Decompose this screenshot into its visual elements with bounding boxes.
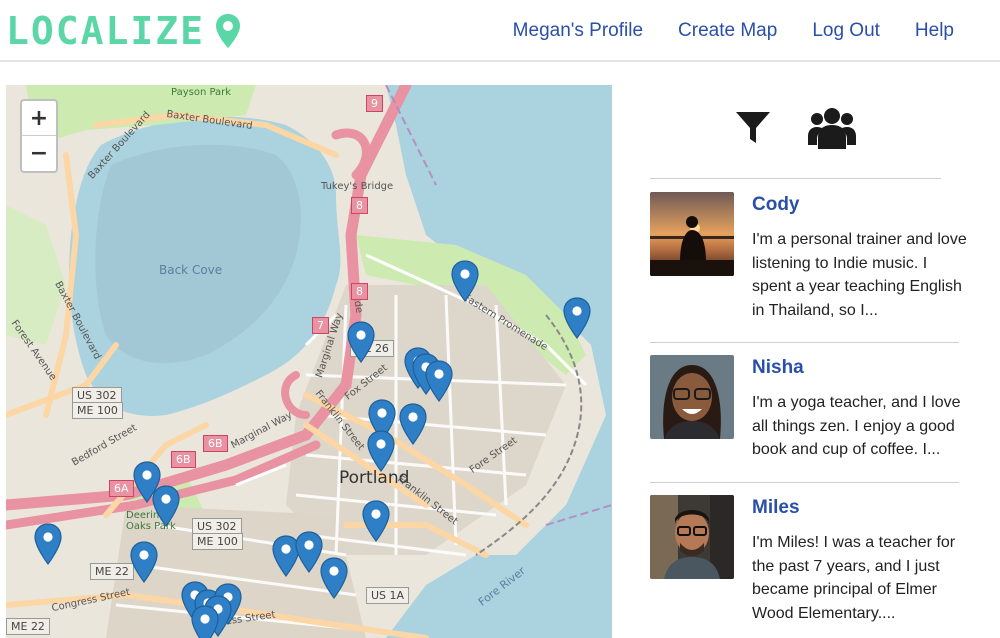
shield-6a: 6A [109,480,134,497]
map-marker[interactable] [563,297,591,339]
shield-8-b: 8 [351,197,368,214]
person-bio-nisha: I'm a yoga teacher, and I love all thing… [752,394,961,459]
person-separator [650,342,959,343]
person-bio-miles: I'm Miles! I was a teacher for the past … [752,534,956,623]
person-card-nisha[interactable]: Nisha I'm a yoga teacher, and I love all… [650,355,961,475]
person-name-cody[interactable]: Cody [752,194,800,216]
person-name-nisha[interactable]: Nisha [752,357,804,379]
map-marker[interactable] [362,500,390,542]
person-card-miles[interactable]: Miles I'm Miles! I was a teacher for the… [650,495,960,638]
person-name-miles[interactable]: Miles [752,497,800,519]
map-label-back-cove: Back Cove [159,263,223,277]
nav-profile-link[interactable]: Megan's Profile [513,20,643,42]
nav-create-map-link[interactable]: Create Map [678,20,777,42]
map-view[interactable]: Back Cove Tukey's Bridge Portland Payson… [6,85,612,638]
shield-me22-b: ME 22 [6,618,50,635]
nav-logout-link[interactable]: Log Out [812,20,880,42]
map-label-payson-park: Payson Park [171,87,232,98]
sidebar-divider [650,178,941,179]
shield-7: 7 [312,317,329,334]
map-marker[interactable] [399,403,427,445]
shield-us1a: US 1A [366,587,410,604]
zoom-out-button[interactable]: − [22,136,56,171]
shield-6b-b: 6B [203,435,228,452]
shield-8: 8 [351,283,368,300]
avatar-miles[interactable] [650,495,734,579]
avatar-cody[interactable] [650,192,734,276]
shield-me22-a: ME 22 [90,563,134,580]
logo[interactable]: LOCALIZE [6,10,241,52]
person-separator [650,482,959,483]
zoom-in-button[interactable]: + [22,101,56,136]
shield-9: 9 [366,95,383,112]
map-marker[interactable] [425,360,453,402]
shield-6b: 6B [171,451,196,468]
person-card-cody[interactable]: Cody I'm a personal trainer and love lis… [650,192,967,332]
users-icon[interactable] [808,105,856,151]
map-marker[interactable] [451,260,479,302]
map-label-tukeys-bridge: Tukey's Bridge [321,181,394,192]
sidebar-tools [735,105,856,151]
map-marker[interactable] [130,541,158,583]
location-pin-icon [216,14,241,48]
main-nav: Megan's Profile Create Map Log Out Help [478,0,954,62]
logo-text: LOCALIZE [6,9,206,53]
map-marker[interactable] [295,531,323,573]
top-header: LOCALIZE Megan's Profile Create Map Log … [0,0,1000,62]
map-marker[interactable] [191,605,219,638]
shield-me100-a: ME 100 [72,402,123,419]
map-marker[interactable] [320,557,348,599]
shield-me100-b: ME 100 [192,533,243,550]
map-marker[interactable] [367,430,395,472]
map-marker[interactable] [34,523,62,565]
zoom-control: + − [20,99,58,173]
avatar-nisha[interactable] [650,355,734,439]
filter-icon[interactable] [735,109,771,147]
person-bio-cody: I'm a personal trainer and love listenin… [752,231,967,320]
map-marker[interactable] [347,321,375,363]
map-marker[interactable] [152,485,180,527]
nav-help-link[interactable]: Help [915,20,954,42]
